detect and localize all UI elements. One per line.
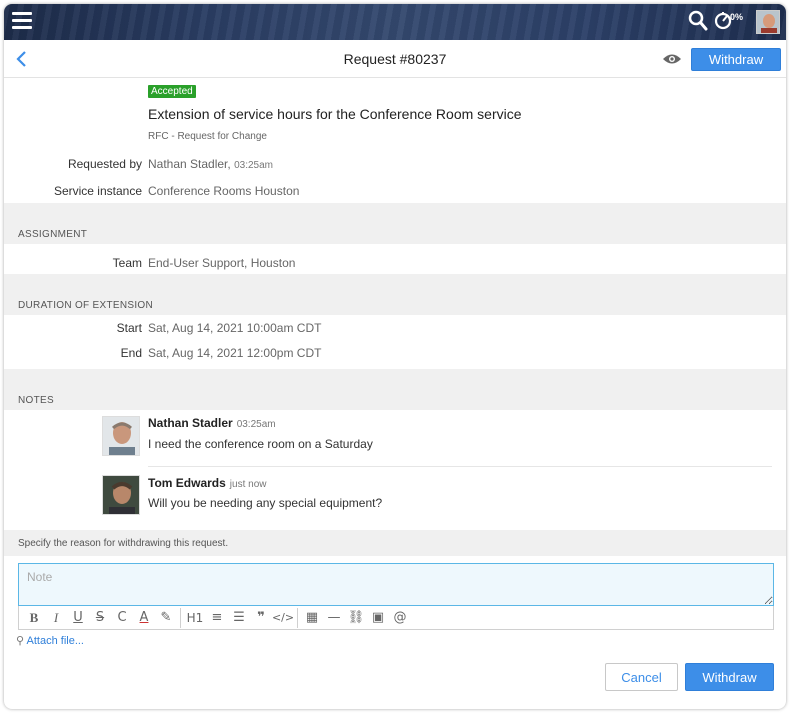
mention-icon[interactable]: @ [389, 608, 411, 628]
end-value: Sat, Aug 14, 2021 12:00pm CDT [148, 346, 322, 360]
duration-title: DURATION OF EXTENSION [18, 300, 154, 311]
requested-by-name: Nathan Stadler, [148, 157, 231, 171]
requested-by-label: Requested by [67, 157, 142, 171]
duration-section-header: DURATION OF EXTENSION [4, 274, 786, 315]
note-author-name: Tom Edwards [148, 476, 226, 490]
service-instance-label: Service instance [53, 184, 142, 198]
start-value: Sat, Aug 14, 2021 10:00am CDT [148, 321, 322, 335]
service-instance-value: Conference Rooms Houston [148, 184, 300, 198]
paperclip-icon: ⚲ [16, 635, 25, 647]
request-header: Request #80237 Withdraw [4, 40, 786, 78]
note-time: 03:25am [236, 419, 276, 430]
request-subject: Extension of service hours for the Confe… [148, 106, 522, 122]
editor-toolbar: B I U S C A ✎ H1 ≡ ☰ ❞ </> ▦ — ⛓ ▣ @ [18, 606, 774, 630]
bold-icon[interactable]: B [23, 608, 45, 628]
note-text: Will you be needing any special equipmen… [148, 496, 383, 510]
numbered-list-icon[interactable]: ≡ [206, 608, 228, 628]
requested-time: 03:25am [234, 160, 273, 171]
note-time: just now [229, 479, 267, 490]
assignment-title: ASSIGNMENT [18, 229, 88, 240]
link-icon[interactable]: ⛓ [345, 608, 367, 628]
request-type: RFC - Request for Change [148, 131, 267, 142]
code-icon[interactable]: </> [272, 608, 294, 628]
toolbar-separator [297, 607, 298, 628]
end-label: End [120, 346, 142, 360]
eye-icon[interactable] [662, 52, 682, 69]
quote-icon[interactable]: ❞ [250, 608, 272, 628]
note-input[interactable] [19, 564, 773, 605]
menu-icon[interactable] [12, 12, 32, 30]
app-window: 0% Request #80237 Withdraw Accepted Exte… [4, 4, 786, 709]
toolbar-separator [180, 607, 181, 628]
withdraw-button-header[interactable]: Withdraw [691, 48, 781, 71]
notes-section-header: NOTES [4, 369, 786, 410]
attach-file-link[interactable]: ⚲ Attach file... [16, 634, 84, 647]
withdraw-instruction-bar: Specify the reason for withdrawing this … [4, 530, 786, 556]
note-author-avatar [102, 416, 140, 456]
cancel-button[interactable]: Cancel [605, 663, 678, 691]
table-icon[interactable]: ▦ [301, 608, 323, 628]
withdraw-instruction: Specify the reason for withdrawing this … [18, 538, 229, 549]
remove-format-icon[interactable]: C [111, 608, 133, 628]
assignment-section-header: ASSIGNMENT [4, 203, 786, 244]
note-author-name: Nathan Stadler [148, 416, 233, 430]
strikethrough-icon[interactable]: S [89, 608, 111, 628]
team-value: End-User Support, Houston [148, 256, 296, 270]
italic-icon[interactable]: I [45, 608, 67, 628]
search-icon[interactable] [688, 10, 708, 35]
start-label: Start [116, 321, 142, 335]
top-bar: 0% [4, 4, 786, 40]
horizontal-rule-icon[interactable]: — [323, 608, 345, 628]
attach-file-label: Attach file... [26, 635, 84, 647]
highlight-icon[interactable]: ✎ [155, 608, 177, 628]
user-avatar[interactable] [756, 10, 780, 34]
withdraw-button[interactable]: Withdraw [685, 663, 774, 691]
note-text: I need the conference room on a Saturday [148, 437, 373, 451]
status-badge: Accepted [148, 85, 196, 98]
note-divider [148, 466, 772, 467]
time-tracking-percent: 0% [730, 12, 744, 22]
requested-by-value: Nathan Stadler, 03:25am [148, 157, 273, 171]
notes-title: NOTES [18, 395, 54, 406]
text-color-icon[interactable]: A [133, 608, 155, 628]
note-author: Nathan Stadler 03:25am [148, 416, 276, 430]
underline-icon[interactable]: U [67, 608, 89, 628]
note-author-avatar [102, 475, 140, 515]
note-author: Tom Edwards just now [148, 476, 266, 490]
image-icon[interactable]: ▣ [367, 608, 389, 628]
note-editor [18, 563, 774, 606]
heading-icon[interactable]: H1 [184, 608, 206, 628]
team-label: Team [112, 256, 142, 270]
bullet-list-icon[interactable]: ☰ [228, 608, 250, 628]
